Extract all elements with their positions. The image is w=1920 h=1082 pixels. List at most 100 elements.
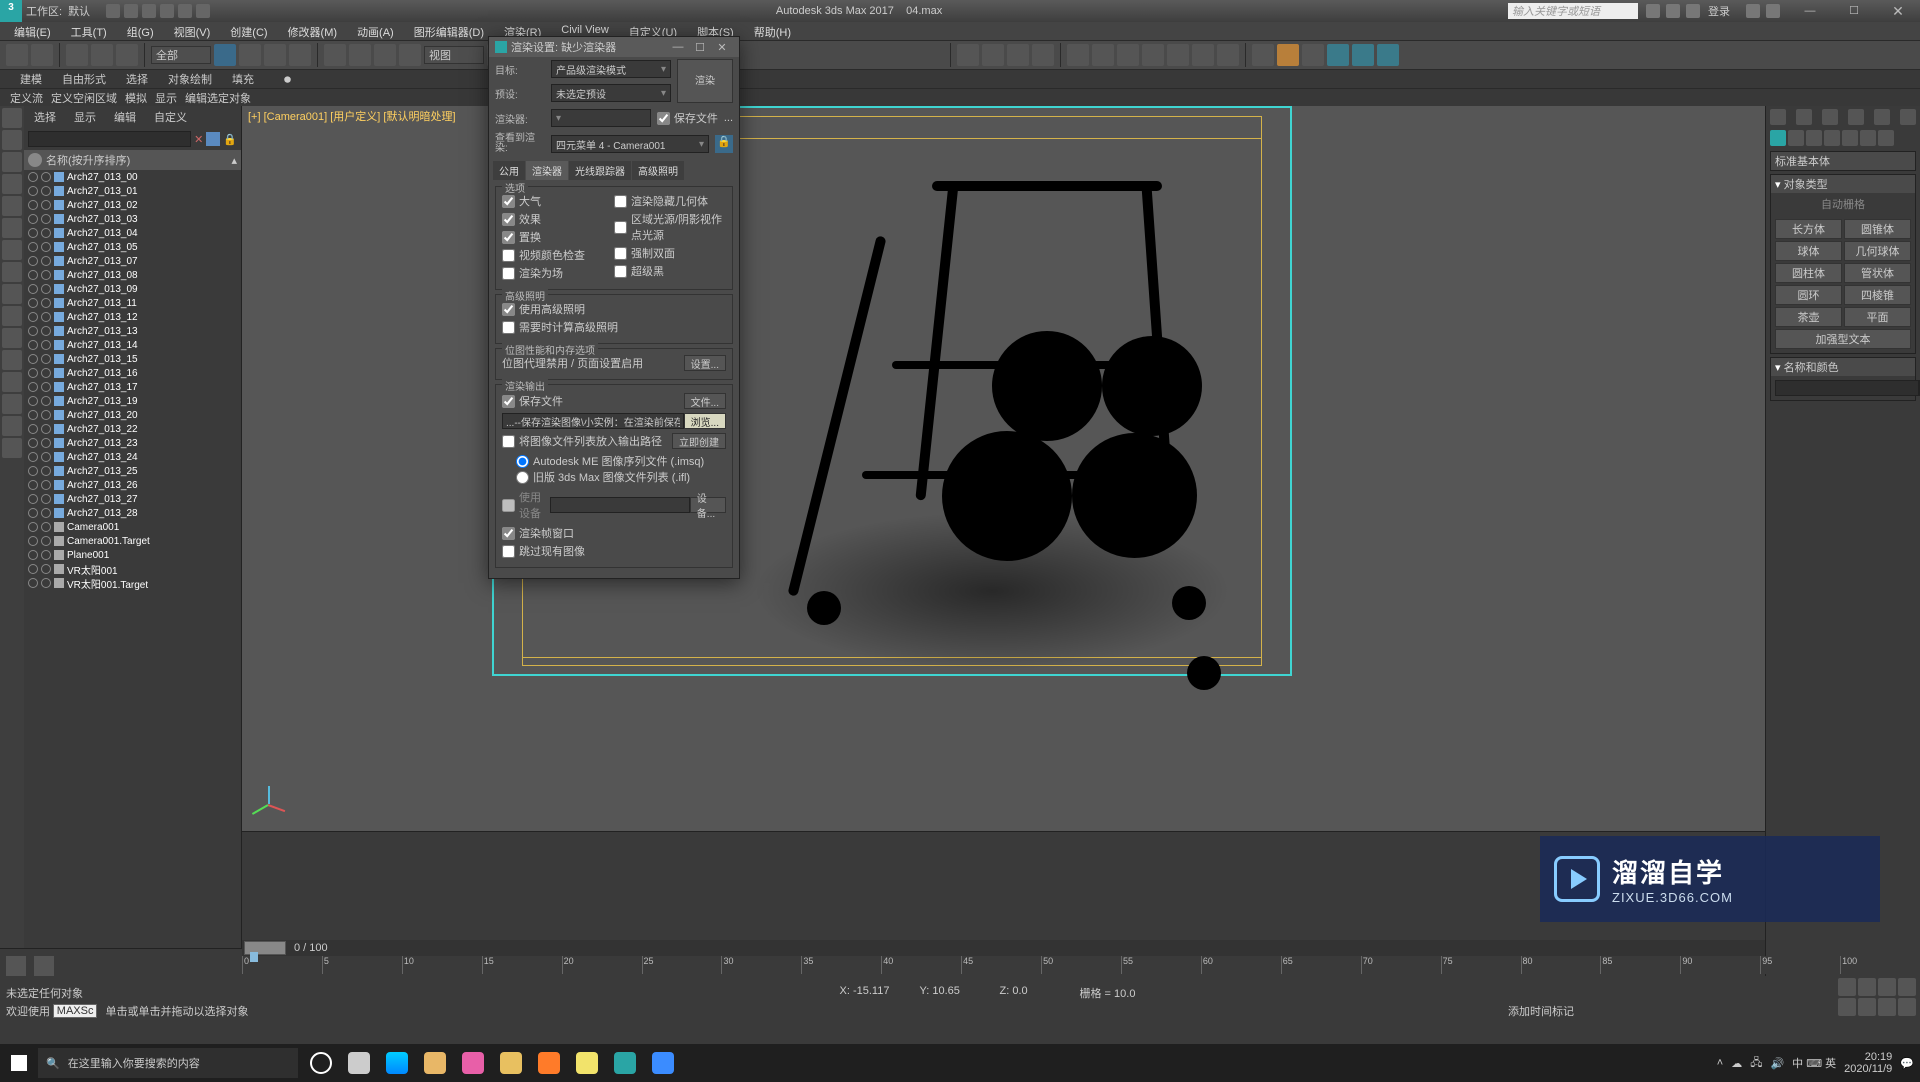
visibility-icon[interactable] <box>28 438 38 448</box>
menu-create[interactable]: 创建(C) <box>222 22 275 40</box>
freeze-icon[interactable] <box>41 326 51 336</box>
menu-grapheditors[interactable]: 图形编辑器(D) <box>406 22 492 40</box>
helpers-icon[interactable] <box>1842 130 1858 146</box>
user-icon[interactable] <box>1686 4 1700 18</box>
coord-x[interactable]: X: -15.117 <box>840 985 910 1001</box>
out-device-input[interactable] <box>550 497 690 513</box>
visibility-icon[interactable] <box>28 480 38 490</box>
add-time-tag[interactable]: 添加时间标记 <box>1508 1003 1574 1019</box>
unlink-button[interactable] <box>91 44 113 66</box>
lt-1[interactable] <box>2 108 22 128</box>
exchange-icon[interactable] <box>1746 4 1760 18</box>
name-color-header[interactable]: ▾ 名称和颜色 <box>1771 358 1915 376</box>
mirror-button[interactable] <box>1092 44 1114 66</box>
lt-9[interactable] <box>2 284 22 304</box>
curve-editor-button[interactable] <box>1192 44 1214 66</box>
freeze-icon[interactable] <box>41 480 51 490</box>
help-search-input[interactable]: 输入关键字或短语 <box>1508 3 1638 19</box>
scene-row[interactable]: Arch27_013_25 <box>24 464 241 478</box>
zoom-button[interactable] <box>1858 978 1876 996</box>
freeze-icon[interactable] <box>41 200 51 210</box>
visibility-icon[interactable] <box>28 410 38 420</box>
freeze-icon[interactable] <box>41 508 51 518</box>
pin-taskview[interactable] <box>342 1046 376 1080</box>
clear-search-icon[interactable]: ✕ <box>194 133 203 146</box>
tray-ime[interactable]: 中 ⌨ 英 <box>1792 1055 1836 1071</box>
subtab-defineflow[interactable]: 定义流 <box>10 90 43 106</box>
freeze-icon[interactable] <box>41 214 51 224</box>
opt-videocolor-check[interactable] <box>502 249 515 262</box>
orbit-button[interactable] <box>1858 998 1876 1016</box>
scene-row[interactable]: Arch27_013_27 <box>24 492 241 506</box>
render-online-button[interactable] <box>1377 44 1399 66</box>
ribbon-objectpaint[interactable]: 对象绘制 <box>168 71 212 87</box>
scene-mode-select[interactable]: 选择 <box>34 109 56 125</box>
freeze-icon[interactable] <box>41 396 51 406</box>
opt-effects-check[interactable] <box>502 213 515 226</box>
freeze-icon[interactable] <box>41 354 51 364</box>
coord-y[interactable]: Y: 10.65 <box>920 985 990 1001</box>
scene-row[interactable]: VR太阳001.Target <box>24 576 241 590</box>
spinner-snap-button[interactable] <box>1032 44 1054 66</box>
scene-mode-display[interactable]: 显示 <box>74 109 96 125</box>
visibility-icon[interactable] <box>28 368 38 378</box>
scene-row[interactable]: Camera001.Target <box>24 534 241 548</box>
pin-baidu[interactable] <box>646 1046 680 1080</box>
visibility-icon[interactable] <box>28 508 38 518</box>
link-button[interactable] <box>66 44 88 66</box>
tray-clock[interactable]: 20:192020/11/9 <box>1844 1051 1892 1075</box>
render-setup-button[interactable] <box>1277 44 1299 66</box>
refcoord-dropdown[interactable]: 视图 <box>424 46 484 64</box>
primitive-button[interactable]: 茶壶 <box>1775 307 1842 327</box>
pin-cortana[interactable] <box>304 1046 338 1080</box>
window-crossing-button[interactable] <box>289 44 311 66</box>
opt-area-check[interactable] <box>614 221 627 234</box>
freeze-icon[interactable] <box>41 172 51 182</box>
scale-button[interactable] <box>374 44 396 66</box>
bind-space-button[interactable] <box>116 44 138 66</box>
viewport[interactable]: [+] [Camera001] [用户定义] [默认明暗处理] <box>242 106 1765 976</box>
scene-row[interactable]: Arch27_013_17 <box>24 380 241 394</box>
visibility-icon[interactable] <box>28 340 38 350</box>
primitive-type-dropdown[interactable]: 标准基本体 <box>1770 151 1916 171</box>
time-slider-track[interactable]: 0 / 100 <box>242 940 1765 956</box>
scene-row[interactable]: Arch27_013_05 <box>24 240 241 254</box>
primitive-button[interactable]: 圆柱体 <box>1775 263 1842 283</box>
lt-14[interactable] <box>2 394 22 414</box>
scene-row[interactable]: Arch27_013_07 <box>24 254 241 268</box>
visibility-icon[interactable] <box>28 424 38 434</box>
visibility-icon[interactable] <box>28 326 38 336</box>
lt-7[interactable] <box>2 240 22 260</box>
object-type-header[interactable]: ▾ 对象类型 <box>1771 175 1915 193</box>
pin-3dsmax[interactable] <box>608 1046 642 1080</box>
adv-compute-check[interactable] <box>502 321 515 334</box>
pin-paint[interactable] <box>456 1046 490 1080</box>
out-device-button[interactable]: 设备... <box>690 497 726 513</box>
scene-row[interactable]: Arch27_013_13 <box>24 324 241 338</box>
scene-row[interactable]: Arch27_013_02 <box>24 198 241 212</box>
visibility-icon[interactable] <box>28 396 38 406</box>
ribbon-selection[interactable]: 选择 <box>126 71 148 87</box>
lt-3[interactable] <box>2 152 22 172</box>
primitive-button[interactable]: 圆环 <box>1775 285 1842 305</box>
dtab-raytrace[interactable]: 光线跟踪器 <box>569 161 631 180</box>
visibility-icon[interactable] <box>28 452 38 462</box>
script-label[interactable]: MAXSc <box>53 1004 98 1018</box>
out-imsq-radio[interactable] <box>516 455 529 468</box>
grid-icon[interactable] <box>1646 4 1660 18</box>
freeze-icon[interactable] <box>41 452 51 462</box>
move-button[interactable] <box>324 44 346 66</box>
filter-icon[interactable] <box>206 132 220 146</box>
scene-row[interactable]: Plane001 <box>24 548 241 562</box>
visibility-icon[interactable] <box>28 550 38 560</box>
viewport-label[interactable]: [+] [Camera001] [用户定义] [默认明暗处理] <box>248 108 456 124</box>
visibility-icon[interactable] <box>28 298 38 308</box>
scene-row[interactable]: Arch27_013_11 <box>24 296 241 310</box>
tray-volume-icon[interactable]: 🔊 <box>1770 1057 1784 1070</box>
time-marker-icon[interactable] <box>250 952 258 962</box>
dialog-minimize[interactable]: — <box>667 41 689 53</box>
snap-toggle-button[interactable] <box>957 44 979 66</box>
pin-explorer[interactable] <box>418 1046 452 1080</box>
visibility-icon[interactable] <box>28 270 38 280</box>
lt-12[interactable] <box>2 350 22 370</box>
